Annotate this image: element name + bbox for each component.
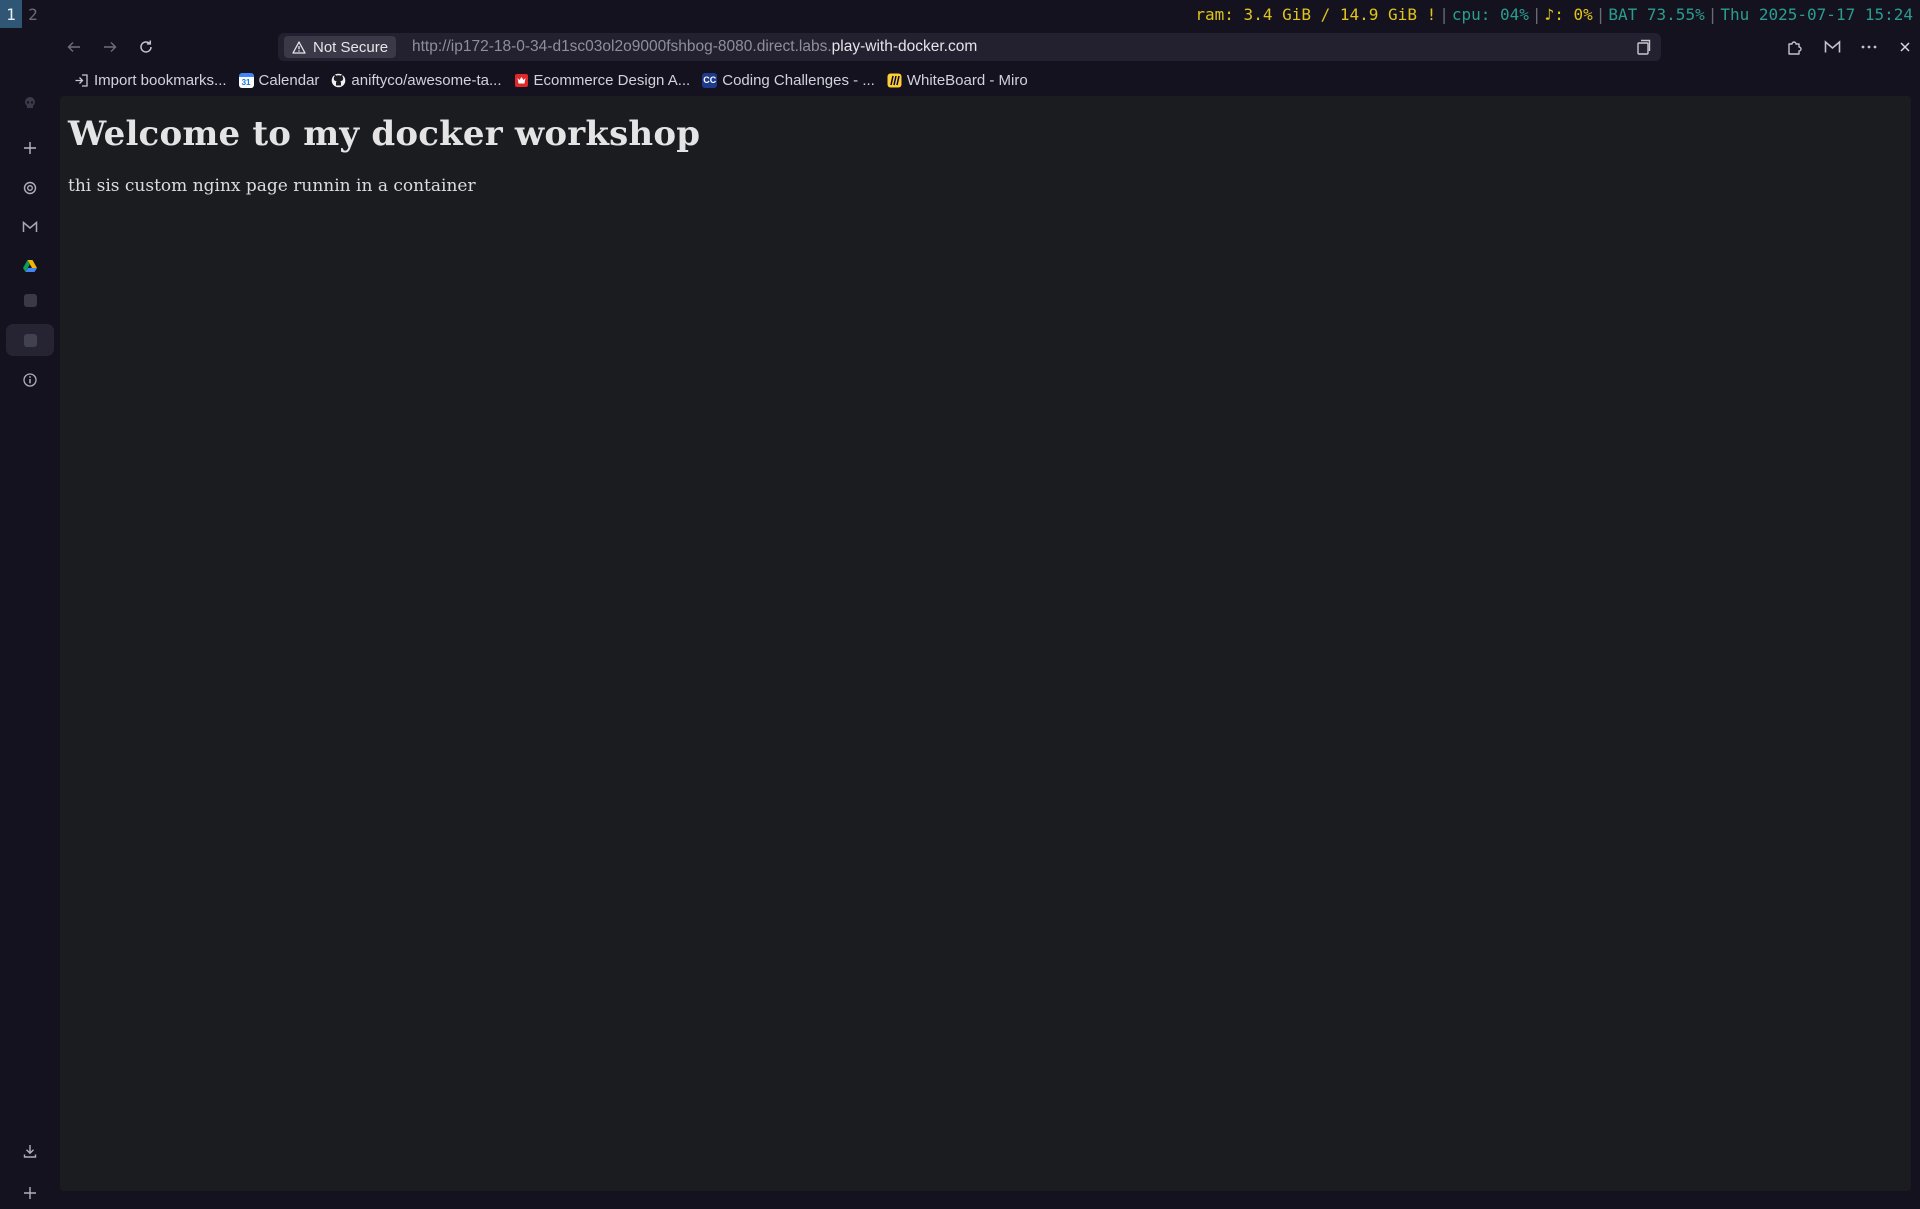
url-text[interactable]: http://ip172-18-0-34-d1sc03ol2o9000fshbo… bbox=[412, 33, 977, 61]
bookmark-ecommerce[interactable]: Ecommerce Design A... bbox=[508, 68, 697, 92]
github-icon bbox=[332, 73, 346, 87]
bookmarks-bar: Import bookmarks... 31 Calendar aniftyco… bbox=[68, 68, 1034, 92]
page-heading: Welcome to my docker workshop bbox=[68, 114, 701, 154]
separator: | bbox=[1439, 4, 1449, 24]
gmail-icon bbox=[22, 220, 38, 232]
warning-icon bbox=[292, 40, 306, 54]
volume-level: ♪: 0% bbox=[1544, 4, 1593, 24]
battery-level: BAT 73.55% bbox=[1608, 4, 1705, 24]
sidebar-app-button[interactable] bbox=[6, 284, 54, 316]
bookmark-calendar[interactable]: 31 Calendar bbox=[233, 68, 326, 92]
system-status-bar: 1 2 ram: 3.4 GiB / 14.9 GiB ! | cpu: 04%… bbox=[0, 0, 1920, 28]
import-icon bbox=[75, 73, 88, 87]
separator: | bbox=[1531, 4, 1542, 24]
reload-icon bbox=[140, 40, 152, 53]
back-button[interactable] bbox=[59, 34, 89, 60]
address-bar[interactable]: Not Secure http://ip172-18-0-34-d1sc03ol… bbox=[278, 33, 1661, 61]
cpu-usage: cpu: 04% bbox=[1451, 4, 1529, 24]
info-icon bbox=[23, 373, 37, 387]
sidebar-profile-button[interactable] bbox=[6, 87, 54, 119]
sidebar-info-button[interactable] bbox=[6, 364, 54, 396]
skull-icon bbox=[25, 97, 35, 108]
clock: Thu 2025-07-17 15:24 bbox=[1720, 4, 1913, 24]
web-page-content: Welcome to my docker workshop thi sis cu… bbox=[60, 96, 1911, 1191]
url-host: play-with-docker.com bbox=[831, 38, 978, 55]
page-paragraph: thi sis custom nginx page runnin in a co… bbox=[68, 176, 476, 196]
browser-sidebar bbox=[0, 28, 60, 1200]
ecommerce-icon bbox=[514, 73, 528, 87]
gmail-extension-button[interactable] bbox=[1817, 33, 1847, 61]
system-stats: ram: 3.4 GiB / 14.9 GiB ! | cpu: 04% | ♪… bbox=[1192, 0, 1916, 28]
ram-usage: ram: 3.4 GiB / 14.9 GiB ! bbox=[1195, 4, 1437, 24]
chatgpt-icon bbox=[23, 181, 37, 195]
sidebar-chatgpt-button[interactable] bbox=[6, 172, 54, 204]
reload-button[interactable] bbox=[131, 34, 161, 60]
app-icon bbox=[23, 333, 37, 347]
separator: | bbox=[1707, 4, 1718, 24]
bookmark-import[interactable]: Import bookmarks... bbox=[68, 68, 233, 92]
bookmark-label: Coding Challenges - ... bbox=[722, 71, 875, 89]
sidebar-add-bottom-button[interactable] bbox=[6, 1177, 54, 1209]
security-label: Not Secure bbox=[313, 38, 389, 56]
workspace-2[interactable]: 2 bbox=[22, 0, 44, 28]
plus-icon bbox=[24, 1187, 36, 1199]
url-prefix: http://ip172-18-0-34-d1sc03ol2o9000fshbo… bbox=[412, 38, 832, 55]
plus-icon bbox=[24, 142, 36, 154]
reader-mode-button[interactable] bbox=[1635, 38, 1653, 56]
close-window-button[interactable] bbox=[1890, 33, 1920, 61]
puzzle-icon bbox=[1788, 41, 1802, 55]
sidebar-drive-button[interactable] bbox=[6, 250, 54, 282]
workspace-1[interactable]: 1 bbox=[0, 0, 22, 28]
reader-mode-icon bbox=[1637, 39, 1651, 55]
arrow-left-icon bbox=[67, 42, 80, 52]
bookmark-label: Calendar bbox=[258, 71, 320, 89]
cc-icon: CC bbox=[702, 72, 718, 88]
gmail-icon bbox=[1824, 40, 1840, 53]
bookmark-label: aniftyco/awesome-ta... bbox=[351, 71, 502, 89]
more-menu-button[interactable] bbox=[1854, 33, 1884, 61]
more-icon bbox=[1861, 45, 1877, 49]
bookmark-label: Import bookmarks... bbox=[94, 71, 227, 89]
bookmark-label: WhiteBoard - Miro bbox=[906, 71, 1028, 89]
bookmark-label: Ecommerce Design A... bbox=[533, 71, 691, 89]
google-drive-icon bbox=[23, 260, 37, 272]
sidebar-active-app-button[interactable] bbox=[6, 324, 54, 356]
sidebar-add-button[interactable] bbox=[6, 132, 54, 164]
download-icon bbox=[23, 1145, 37, 1158]
bookmark-miro[interactable]: WhiteBoard - Miro bbox=[881, 68, 1034, 92]
sidebar-gmail-button[interactable] bbox=[6, 211, 54, 243]
security-indicator[interactable]: Not Secure bbox=[284, 36, 397, 58]
app-icon bbox=[23, 293, 37, 307]
forward-button[interactable] bbox=[95, 34, 125, 60]
close-icon bbox=[1900, 42, 1910, 52]
calendar-icon: 31 bbox=[238, 72, 254, 88]
separator: | bbox=[1595, 4, 1606, 24]
bookmark-github[interactable]: aniftyco/awesome-ta... bbox=[325, 68, 507, 92]
miro-icon bbox=[887, 73, 902, 87]
sidebar-downloads-button[interactable] bbox=[6, 1135, 54, 1167]
extensions-button[interactable] bbox=[1779, 33, 1809, 61]
arrow-right-icon bbox=[104, 42, 117, 52]
bookmark-coding-challenges[interactable]: CC Coding Challenges - ... bbox=[696, 68, 881, 92]
